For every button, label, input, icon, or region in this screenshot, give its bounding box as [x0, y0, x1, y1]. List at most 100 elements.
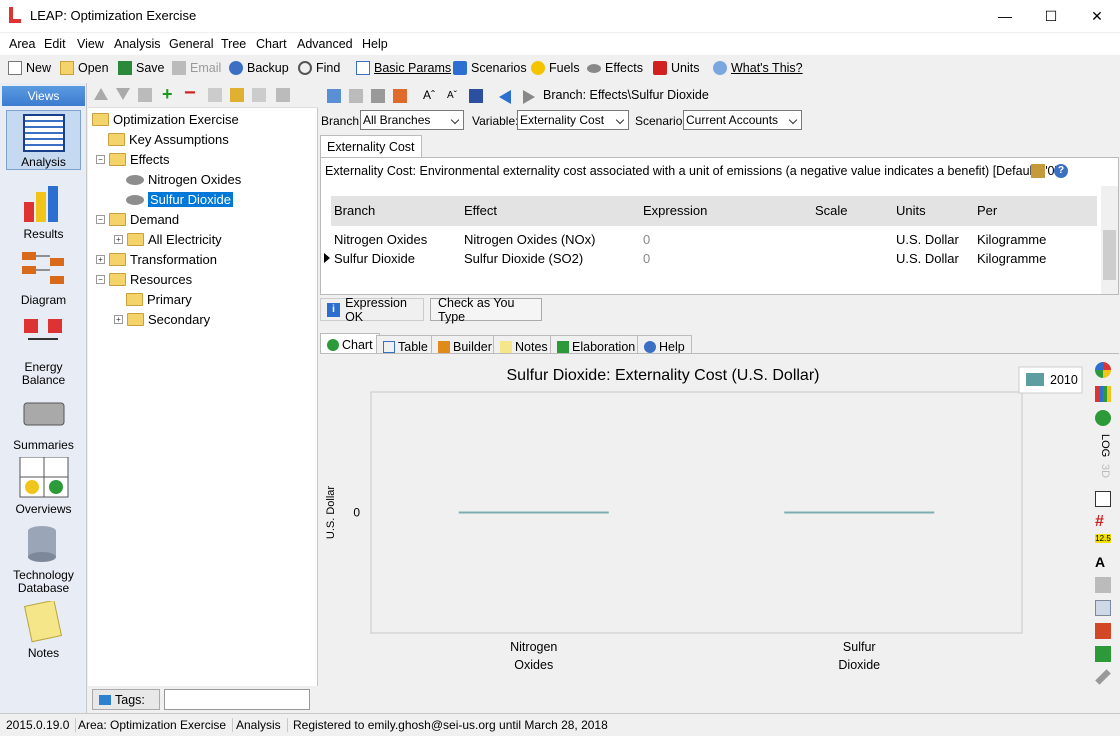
- expand-icon[interactable]: +: [96, 255, 105, 264]
- tree-node-secondary[interactable]: + Secondary: [114, 310, 210, 329]
- tree-node-effects[interactable]: − Effects: [96, 150, 170, 169]
- lock-icon[interactable]: [230, 88, 244, 102]
- pie-chart-icon[interactable]: [1095, 362, 1111, 378]
- view-diagram[interactable]: Diagram: [6, 248, 81, 307]
- open-button[interactable]: Open: [60, 61, 109, 75]
- cell-expression[interactable]: 0: [643, 232, 650, 247]
- sort-icon[interactable]: [252, 88, 266, 102]
- menu-general[interactable]: General: [169, 37, 213, 51]
- view-notes[interactable]: Notes: [6, 599, 81, 660]
- col-header-per[interactable]: Per: [977, 203, 997, 218]
- effects-button[interactable]: Effects: [587, 61, 643, 75]
- settings-wrench-icon[interactable]: [1095, 669, 1111, 685]
- edit-default-icon[interactable]: [1031, 164, 1045, 178]
- properties-icon[interactable]: [138, 88, 152, 102]
- backup-button[interactable]: Backup: [229, 61, 289, 75]
- move-down-icon[interactable]: [116, 88, 130, 100]
- bar-chart-icon[interactable]: [1095, 386, 1111, 402]
- collapse-icon[interactable]: −: [96, 275, 105, 284]
- move-up-icon[interactable]: [94, 88, 108, 100]
- cell-effect[interactable]: Sulfur Dioxide (SO2): [464, 251, 583, 266]
- cell-units[interactable]: U.S. Dollar: [896, 251, 959, 266]
- menu-area[interactable]: Area: [9, 37, 35, 51]
- col-header-effect[interactable]: Effect: [464, 203, 497, 218]
- forward-arrow-icon[interactable]: [523, 90, 535, 104]
- print-chart-icon[interactable]: [1095, 577, 1111, 593]
- menu-help[interactable]: Help: [362, 37, 388, 51]
- copy-icon[interactable]: [349, 89, 363, 103]
- menu-chart[interactable]: Chart: [256, 37, 287, 51]
- tab-externality-cost[interactable]: Externality Cost: [320, 135, 422, 157]
- tree-node-all-electricity[interactable]: + All Electricity: [114, 230, 222, 249]
- font-increase-icon[interactable]: Aˆ: [423, 88, 435, 102]
- check-as-you-type-toggle[interactable]: Check as You Type: [430, 296, 542, 324]
- menu-view[interactable]: View: [77, 37, 104, 51]
- close-button[interactable]: ✕: [1074, 0, 1120, 32]
- col-header-units[interactable]: Units: [896, 203, 926, 218]
- 3d-toggle[interactable]: 3D: [1095, 464, 1111, 484]
- new-button[interactable]: New: [8, 61, 51, 75]
- menu-analysis[interactable]: Analysis: [114, 37, 161, 51]
- branch-filter-select[interactable]: All Branches: [360, 110, 464, 130]
- color-palette-icon[interactable]: [1095, 410, 1111, 426]
- view-analysis[interactable]: Analysis: [6, 110, 81, 170]
- tree-node-transformation[interactable]: + Transformation: [96, 250, 217, 269]
- save-chart-icon[interactable]: [1095, 646, 1111, 662]
- users-icon[interactable]: [469, 89, 483, 103]
- scenarios-button[interactable]: Scenarios: [453, 61, 527, 75]
- outline-icon[interactable]: [208, 88, 222, 102]
- cell-per[interactable]: Kilogramme: [977, 232, 1046, 247]
- cell-units[interactable]: U.S. Dollar: [896, 232, 959, 247]
- back-arrow-icon[interactable]: [499, 90, 511, 104]
- grid-toggle-icon[interactable]: #: [1095, 514, 1111, 531]
- col-header-scale[interactable]: Scale: [815, 203, 848, 218]
- save-button[interactable]: Save: [118, 61, 165, 75]
- expand-icon[interactable]: +: [114, 235, 123, 244]
- tree-node-nitrogen-oxides[interactable]: Nitrogen Oxides: [126, 170, 241, 189]
- print-icon[interactable]: [276, 88, 290, 102]
- help-icon[interactable]: ?: [1054, 164, 1068, 178]
- basic-params-button[interactable]: Basic Params: [356, 61, 451, 75]
- minimize-button[interactable]: —: [982, 0, 1028, 32]
- email-button[interactable]: Email: [172, 61, 221, 75]
- cell-effect[interactable]: Nitrogen Oxides (NOx): [464, 232, 595, 247]
- fuels-button[interactable]: Fuels: [531, 61, 580, 75]
- cell-per[interactable]: Kilogramme: [977, 251, 1046, 266]
- col-header-expression[interactable]: Expression: [643, 203, 707, 218]
- scenario-select[interactable]: Current Accounts: [683, 110, 802, 130]
- font-decrease-icon[interactable]: Aˇ: [447, 90, 457, 101]
- tree-node-demand[interactable]: − Demand: [96, 210, 179, 229]
- log-scale-toggle[interactable]: LOG: [1095, 434, 1111, 457]
- add-branch-icon[interactable]: +: [162, 85, 176, 103]
- decimals-icon[interactable]: 12.5: [1095, 534, 1111, 543]
- whats-this-button[interactable]: What's This?: [713, 61, 803, 75]
- tree-node-resources[interactable]: − Resources: [96, 270, 192, 289]
- col-header-branch[interactable]: Branch: [334, 203, 375, 218]
- menu-advanced[interactable]: Advanced: [297, 37, 353, 51]
- import-icon[interactable]: [393, 89, 407, 103]
- cell-branch[interactable]: Nitrogen Oxides: [334, 232, 427, 247]
- tree-node-primary[interactable]: Primary: [126, 290, 192, 309]
- view-results[interactable]: Results: [6, 182, 81, 241]
- powerpoint-icon[interactable]: [1095, 623, 1111, 639]
- tree-root[interactable]: Optimization Exercise: [92, 110, 239, 129]
- view-energy-balance[interactable]: Energy Balance: [6, 315, 81, 387]
- view-summaries[interactable]: Summaries: [6, 393, 81, 452]
- flip-icon[interactable]: [327, 89, 341, 103]
- menu-edit[interactable]: Edit: [44, 37, 66, 51]
- units-button[interactable]: Units: [653, 61, 699, 75]
- variable-select[interactable]: Externality Cost: [517, 110, 629, 130]
- tree-node-sulfur-dioxide[interactable]: Sulfur Dioxide: [126, 190, 233, 209]
- tags-button[interactable]: Tags:: [92, 689, 160, 710]
- legend-toggle-icon[interactable]: [1095, 491, 1111, 507]
- cell-branch[interactable]: Sulfur Dioxide: [334, 251, 415, 266]
- copy-chart-icon[interactable]: [1095, 600, 1111, 616]
- tree-node-key-assumptions[interactable]: Key Assumptions: [108, 130, 229, 149]
- tags-input[interactable]: [164, 689, 310, 710]
- find-button[interactable]: Find: [298, 61, 340, 75]
- scrollbar-thumb[interactable]: [1103, 230, 1116, 280]
- menu-tree[interactable]: Tree: [221, 37, 246, 51]
- tab-chart[interactable]: Chart: [320, 333, 380, 355]
- cell-expression[interactable]: 0: [643, 251, 650, 266]
- view-overviews[interactable]: Overviews: [6, 456, 81, 516]
